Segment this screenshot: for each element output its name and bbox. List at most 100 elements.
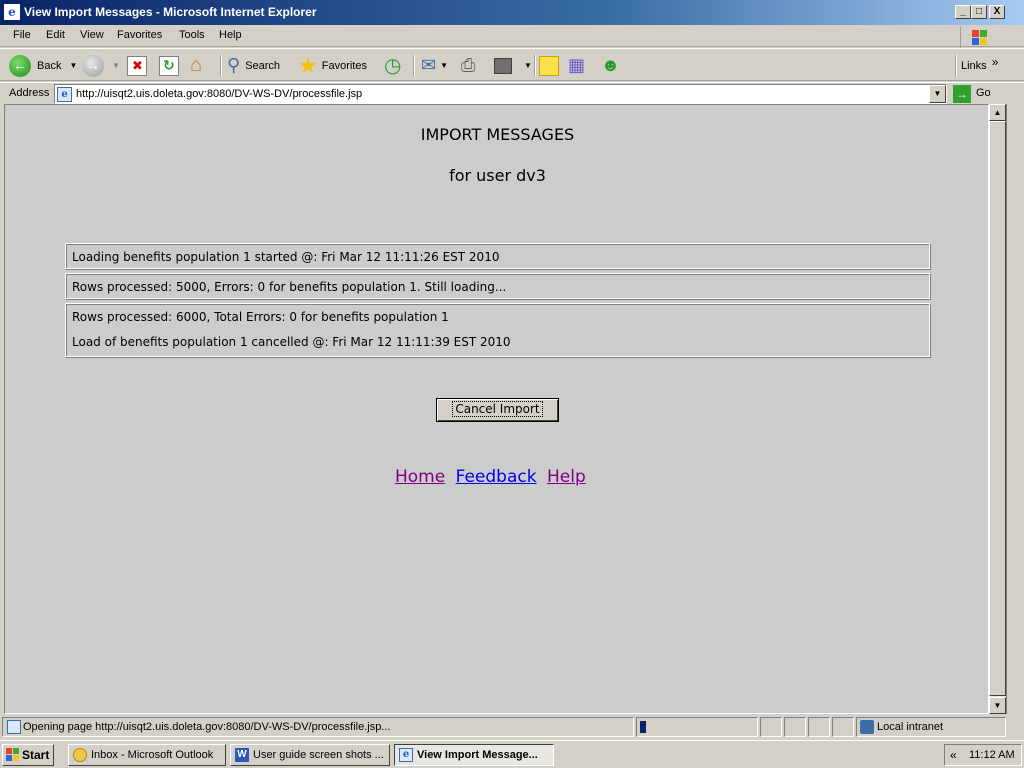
status-panel [760,717,782,737]
toolbar-separator [413,55,415,77]
note-icon [539,55,559,76]
outlook-icon [73,748,87,762]
edit-button[interactable]: ▼ [494,53,532,78]
maximize-button[interactable]: □ [971,5,987,19]
messenger-icon: ☻ [601,55,620,75]
address-dropdown-icon[interactable]: ▼ [929,85,946,103]
standard-toolbar: ← Back ▼ → ▼ ✖ ↻ ⌂ ⚲ Search ★ Favorites … [0,48,1024,81]
system-tray: « 11:12 AM [944,744,1022,766]
menu-tools[interactable]: Tools [179,29,205,41]
stop-button[interactable]: ✖ [127,53,147,78]
feedback-link[interactable]: Feedback [456,467,537,487]
status-panel [832,717,854,737]
page-icon: e [57,87,72,102]
go-arrow-icon[interactable]: → [953,85,971,103]
address-url[interactable]: http://uisqt2.uis.doleta.gov:8080/DV-WS-… [76,88,362,100]
refresh-icon: ↻ [159,55,179,76]
search-button[interactable]: ⚲ Search [227,53,280,78]
message-line: Rows processed: 6000, Total Errors: 0 fo… [72,310,449,324]
page-title: IMPORT MESSAGES [420,125,575,144]
window-title: View Import Messages - Microsoft Interne… [24,5,317,19]
edit-icon [494,57,512,74]
favorites-button[interactable]: ★ Favorites [298,53,367,78]
window-edge [1006,104,1024,714]
message-box: Loading benefits population 1 started @:… [65,243,931,270]
star-icon: ★ [298,52,318,78]
scroll-up-icon[interactable]: ▲ [989,104,1006,121]
minimize-button[interactable]: _ [955,5,971,19]
forward-dropdown-icon[interactable]: ▼ [112,61,120,70]
scroll-down-icon[interactable]: ▼ [989,697,1006,714]
scrollbar-thumb[interactable] [989,121,1006,696]
back-arrow-icon: ← [9,54,31,77]
menu-help[interactable]: Help [219,29,242,41]
status-panel [808,717,830,737]
taskbar-item-label: View Import Message... [417,749,538,761]
forward-arrow-icon: → [82,54,104,77]
toolbar-separator [220,55,222,77]
menu-edit[interactable]: Edit [46,29,65,41]
links-label: Links [961,59,987,72]
message-line: Rows processed: 5000, Errors: 0 for bene… [72,280,507,294]
history-button[interactable]: ◷ [384,53,401,78]
back-dropdown-icon[interactable]: ▼ [69,61,77,70]
address-input[interactable]: e http://uisqt2.uis.doleta.gov:8080/DV-W… [54,84,947,104]
stop-icon: ✖ [127,55,147,76]
back-label: Back [37,59,62,72]
mail-dropdown-icon[interactable]: ▼ [440,61,448,70]
favorites-label: Favorites [321,59,367,72]
window-title-bar[interactable]: e View Import Messages - Microsoft Inter… [0,0,1024,25]
clock[interactable]: 11:12 AM [969,749,1015,761]
edit-dropdown-icon[interactable]: ▼ [524,61,532,70]
cancel-import-label: Cancel Import [452,401,543,417]
help-link[interactable]: Help [547,467,586,487]
back-button[interactable]: ← Back ▼ [9,53,77,78]
message-line: Loading benefits population 1 started @:… [72,250,500,264]
status-bar: Opening page http://uisqt2.uis.doleta.go… [0,716,1024,738]
print-button[interactable]: ⎙ [461,53,475,78]
menu-view[interactable]: View [80,29,104,41]
zone-panel: Local intranet [856,717,1006,737]
message-line: Load of benefits population 1 cancelled … [72,335,511,349]
links-button[interactable]: Links » [961,53,998,78]
messenger-button[interactable]: ☻ [601,53,620,78]
forward-button[interactable]: → ▼ [82,53,120,78]
status-text-panel: Opening page http://uisqt2.uis.doleta.go… [2,717,634,737]
mail-button[interactable]: ✉ ▼ [421,53,448,78]
search-icon: ⚲ [227,55,241,75]
vertical-scrollbar[interactable]: ▲ ▼ [989,104,1006,714]
printer-icon: ⎙ [461,55,476,75]
home-button[interactable]: ⌂ [190,53,202,78]
discuss-button[interactable] [539,53,559,78]
windows-flag-icon [6,748,20,762]
word-icon: W [235,748,249,762]
close-button[interactable]: X [989,5,1005,19]
taskbar-item-word[interactable]: W User guide screen shots ... [230,744,390,766]
ie-icon: e [399,748,413,762]
zone-text: Local intranet [877,721,944,733]
menu-file[interactable]: File [13,29,31,41]
menu-favorites[interactable]: Favorites [117,29,162,41]
chevron-more-icon[interactable]: » [992,55,999,69]
status-text: Opening page http://uisqt2.uis.doleta.go… [23,721,391,733]
toolbar-separator [534,55,536,77]
status-panel [784,717,806,737]
loading-page-icon [7,720,21,734]
taskbar-item-ie[interactable]: e View Import Message... [394,744,554,766]
taskbar-item-outlook[interactable]: Inbox - Microsoft Outlook [68,744,226,766]
taskbar-item-label: User guide screen shots ... [253,749,384,761]
progress-bar [640,721,646,733]
go-button[interactable]: Go [976,87,991,99]
cancel-import-button[interactable]: Cancel Import [436,398,559,422]
toolbar-separator [955,55,957,77]
home-link[interactable]: Home [395,467,445,487]
ie-icon: e [4,4,20,20]
research-button[interactable]: ▦ [568,53,585,78]
windows-logo-icon [960,26,1000,48]
search-label: Search [245,59,281,72]
mail-icon: ✉ [421,55,437,75]
refresh-button[interactable]: ↻ [159,53,179,78]
tray-expand-icon[interactable]: « [950,748,957,762]
start-button[interactable]: Start [2,744,54,766]
address-label: Address [9,87,50,99]
